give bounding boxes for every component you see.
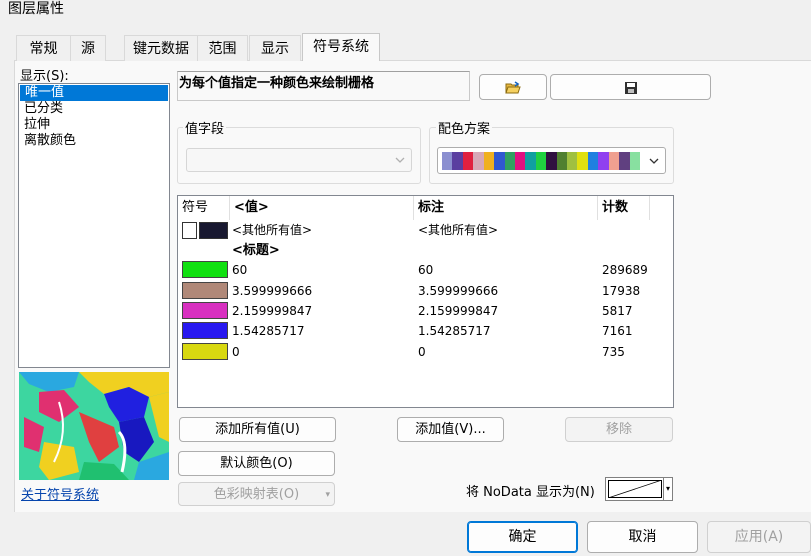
color-ramp-stop: [525, 152, 536, 170]
column-header-symbol[interactable]: 符号: [178, 196, 230, 220]
ok-button[interactable]: 确定: [467, 521, 578, 553]
about-symbology-link[interactable]: 关于符号系统: [21, 484, 99, 503]
renderer-item-unique-values[interactable]: 唯一值: [20, 85, 168, 101]
color-ramp-stop: [483, 152, 495, 170]
tab-source[interactable]: 源: [70, 35, 106, 61]
chevron-down-icon: [395, 157, 405, 163]
heading-row: <标题>: [232, 243, 280, 258]
color-ramp-stop: [619, 152, 630, 170]
color-ramp-stop: [598, 152, 609, 170]
renderer-item-stretch[interactable]: 拉伸: [19, 117, 169, 133]
others-label: <其他所有值>: [418, 223, 499, 237]
color-ramp-stop: [587, 152, 599, 170]
renderer-item-discrete-color[interactable]: 离散颜色: [19, 133, 169, 149]
color-ramp-stop: [556, 152, 568, 170]
tab-display[interactable]: 显示: [249, 35, 301, 61]
open-renderer-button[interactable]: [479, 74, 547, 100]
dropdown-arrow-icon: ▾: [325, 490, 330, 500]
row-color-swatch[interactable]: [182, 322, 228, 339]
no-color-swatch-icon: [608, 480, 662, 498]
cancel-button[interactable]: 取消: [587, 521, 698, 553]
default-colors-button[interactable]: 默认颜色(O): [178, 451, 335, 476]
tab-general[interactable]: 常规: [16, 35, 71, 61]
column-header-count[interactable]: 计数: [598, 196, 650, 220]
row-color-swatch[interactable]: [182, 302, 228, 319]
color-ramp-stop: [514, 152, 526, 170]
color-ramp-stop: [473, 152, 484, 170]
color-ramp-stop: [494, 152, 505, 170]
color-ramp-stop: [504, 152, 515, 170]
color-ramp-stop: [577, 152, 588, 170]
column-header-label[interactable]: 标注: [414, 196, 598, 220]
unique-values-table[interactable]: 符号 <值> 标注 计数 <其他所有值> <其他所有值> <标题> 60 60 …: [177, 195, 674, 408]
renderer-list[interactable]: 唯一值 已分类 拉伸 离散颜色: [18, 83, 170, 368]
color-ramp-stop: [442, 152, 453, 170]
apply-button[interactable]: 应用(A): [707, 521, 811, 553]
renderer-description: 为每个值指定一种颜色来绘制栅格: [177, 71, 470, 101]
others-symbol[interactable]: [182, 222, 228, 239]
color-ramp-stop: [546, 152, 557, 170]
window-title: 图层属性: [8, 1, 64, 17]
add-all-values-button[interactable]: 添加所有值(U): [179, 417, 336, 442]
window-titlebar: 图层属性: [0, 0, 811, 22]
save-renderer-button[interactable]: [550, 74, 711, 100]
tab-extent[interactable]: 范围: [197, 35, 248, 61]
color-ramp-stop: [608, 152, 620, 170]
color-ramp-stop: [462, 152, 474, 170]
add-value-button[interactable]: 添加值(V)...: [397, 417, 504, 442]
dropdown-arrow-icon: ▾: [663, 478, 672, 500]
renderer-item-classified[interactable]: 已分类: [19, 101, 169, 117]
symbology-preview-image: [19, 372, 169, 480]
tab-key-metadata[interactable]: 键元数据: [124, 35, 198, 61]
row-color-swatch[interactable]: [182, 261, 228, 278]
colormap-button[interactable]: 色彩映射表(O) ▾: [178, 482, 335, 506]
color-ramp-stop: [567, 152, 578, 170]
color-ramp-stop: [535, 152, 547, 170]
open-folder-icon: [505, 81, 521, 94]
others-value: <其他所有值>: [232, 223, 313, 237]
color-ramp-stop: [452, 152, 463, 170]
column-header-value[interactable]: <值>: [230, 196, 414, 220]
color-ramp-stop: [629, 152, 641, 170]
color-ramp-swatch: [442, 152, 641, 170]
color-scheme-select[interactable]: [437, 147, 666, 174]
chevron-down-icon: [649, 158, 659, 164]
save-disk-icon: [624, 82, 637, 94]
color-scheme-label: 配色方案: [436, 118, 493, 137]
value-field-label: 值字段: [183, 118, 227, 137]
row-color-swatch[interactable]: [182, 343, 228, 360]
nodata-label: 将 NoData 显示为(N): [466, 485, 595, 500]
row-color-swatch[interactable]: [182, 282, 228, 299]
value-field-select[interactable]: [186, 148, 412, 172]
show-label: 显示(S):: [20, 69, 69, 84]
nodata-color-picker[interactable]: ▾: [605, 477, 673, 501]
tab-symbology[interactable]: 符号系统: [302, 33, 380, 61]
remove-button[interactable]: 移除: [565, 417, 673, 442]
